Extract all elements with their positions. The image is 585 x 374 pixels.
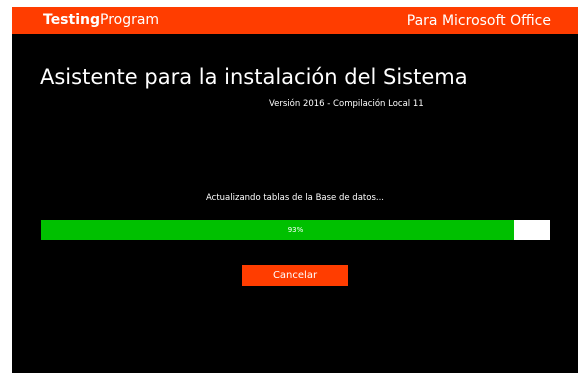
brand-logo: TestingProgram	[43, 12, 159, 28]
brand-logo-testing: Testing	[43, 12, 100, 28]
brand-logo-program: Program	[100, 12, 160, 28]
progress-bar: 93%	[41, 220, 550, 240]
page-title: Asistente para la instalación del Sistem…	[40, 65, 468, 89]
title-bar: TestingProgram Para Microsoft Office	[12, 7, 578, 34]
status-text: Actualizando tablas de la Base de datos.…	[206, 193, 384, 203]
installer-window: TestingProgram Para Microsoft Office Asi…	[12, 7, 578, 373]
progress-percent-label: 93%	[287, 226, 304, 234]
cancel-button[interactable]: Cancelar	[242, 265, 348, 286]
product-label: Para Microsoft Office	[406, 13, 551, 29]
version-label: Versión 2016 - Compilación Local 11	[269, 99, 424, 109]
